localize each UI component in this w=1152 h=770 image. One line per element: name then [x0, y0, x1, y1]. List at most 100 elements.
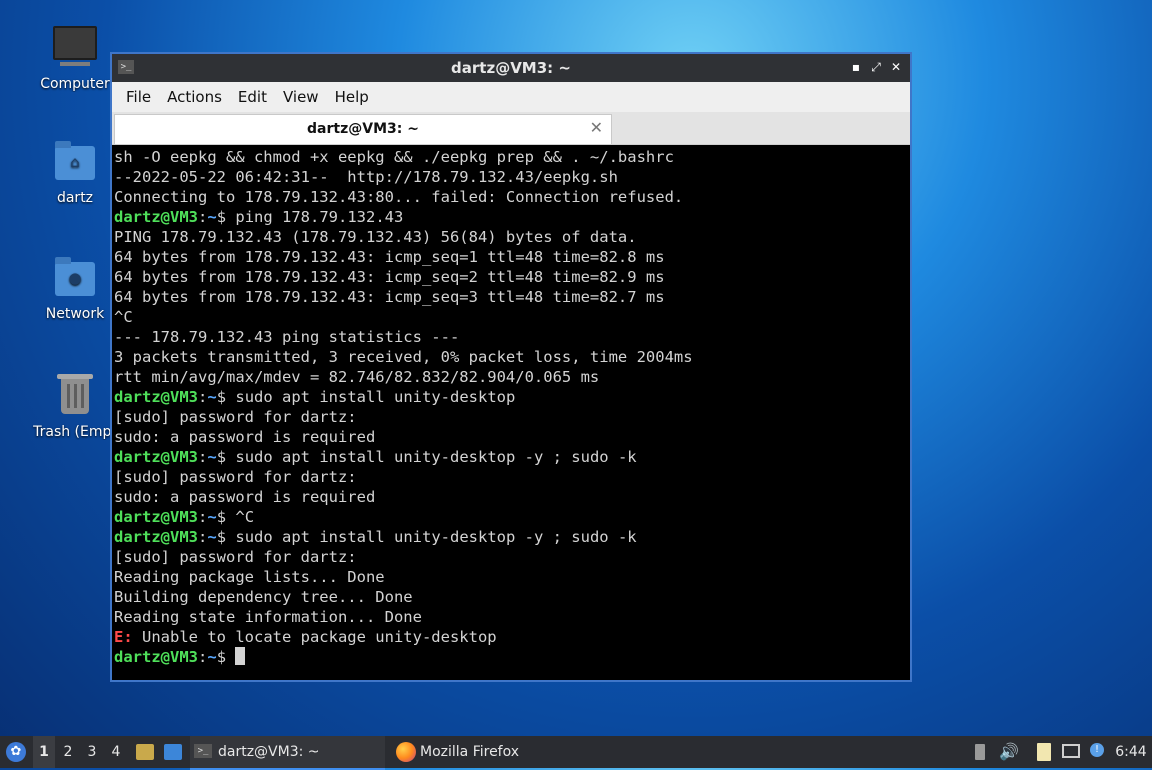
workspace-4[interactable]: 4: [105, 736, 127, 768]
prompt-separator: :: [198, 388, 208, 406]
output-text: 3 packets transmitted, 3 received, 0% pa…: [114, 348, 693, 366]
terminal-output[interactable]: sh -O eepkg && chmod +x eepkg && ./eepkg…: [114, 147, 908, 678]
output-text: [sudo] password for dartz:: [114, 408, 357, 426]
prompt-dollar: $: [216, 648, 236, 666]
prompt-user: dartz@VM3: [114, 448, 198, 466]
prompt-user: dartz@VM3: [114, 528, 198, 546]
prompt-path: ~: [207, 528, 217, 546]
taskbar: ✿ 1 2 3 4 >_ dartz@VM3: ~ Mozilla Firefo…: [0, 736, 1152, 770]
tab-close-icon[interactable]: ✕: [590, 118, 603, 137]
output-text: sudo: a password is required: [114, 428, 376, 446]
prompt-path: ~: [207, 388, 217, 406]
tray-clipboard[interactable]: [1034, 736, 1056, 768]
task-label: Mozilla Firefox: [420, 744, 520, 760]
terminal-line: dartz@VM3:~$ sudo apt install unity-desk…: [114, 387, 908, 407]
network-icon: [1062, 744, 1080, 758]
terminal-window[interactable]: >_ dartz@VM3: ~ ▪ ⤢ ✕ File Actions Edit …: [110, 52, 912, 682]
terminal-line: sh -O eepkg && chmod +x eepkg && ./eepkg…: [114, 147, 908, 167]
menu-edit[interactable]: Edit: [230, 88, 275, 106]
maximize-button[interactable]: ⤢: [868, 59, 884, 75]
clock[interactable]: 6:44: [1112, 736, 1150, 768]
prompt-separator: :: [198, 528, 208, 546]
show-desktop-launcher[interactable]: [162, 736, 184, 768]
tray-network[interactable]: [1060, 736, 1084, 768]
terminal-line: 64 bytes from 178.79.132.43: icmp_seq=1 …: [114, 247, 908, 267]
output-text: 64 bytes from 178.79.132.43: icmp_seq=2 …: [114, 268, 665, 286]
prompt-path: ~: [207, 208, 217, 226]
network-folder-icon: ●: [51, 256, 99, 300]
prompt-user: dartz@VM3: [114, 648, 198, 666]
terminal-line: 64 bytes from 178.79.132.43: icmp_seq=2 …: [114, 267, 908, 287]
output-text: --- 178.79.132.43 ping statistics ---: [114, 328, 460, 346]
terminal-icon: >_: [194, 744, 212, 758]
prompt-user: dartz@VM3: [114, 388, 198, 406]
output-text: Reading package lists... Done: [114, 568, 385, 586]
workspace-1[interactable]: 1: [33, 736, 55, 768]
terminal-line: rtt min/avg/max/mdev = 82.746/82.832/82.…: [114, 367, 908, 387]
error-tag: E:: [114, 628, 133, 646]
command-text: ^C: [235, 508, 255, 526]
terminal-line: ^C: [114, 307, 908, 327]
command-text: sudo apt install unity-desktop -y ; sudo…: [235, 528, 637, 546]
terminal-line: sudo: a password is required: [114, 487, 908, 507]
terminal-line: dartz@VM3:~$ sudo apt install unity-desk…: [114, 447, 908, 467]
prompt-path: ~: [207, 508, 217, 526]
terminal-line: Reading state information... Done: [114, 607, 908, 627]
workspace-3[interactable]: 3: [81, 736, 103, 768]
output-text: ^C: [114, 308, 133, 326]
terminal-line: [sudo] password for dartz:: [114, 467, 908, 487]
volume-icon: 🔊: [999, 742, 1019, 761]
menu-file[interactable]: File: [118, 88, 159, 106]
tray-battery[interactable]: [970, 736, 992, 768]
task-terminal[interactable]: >_ dartz@VM3: ~: [190, 736, 385, 770]
output-text: Reading state information... Done: [114, 608, 422, 626]
workspace-2[interactable]: 2: [57, 736, 79, 768]
window-title: dartz@VM3: ~: [451, 59, 571, 77]
terminal-line: 3 packets transmitted, 3 received, 0% pa…: [114, 347, 908, 367]
prompt-dollar: $: [216, 208, 236, 226]
app-menu-button[interactable]: ✿: [4, 736, 28, 768]
terminal-line: sudo: a password is required: [114, 427, 908, 447]
terminal-line: PING 178.79.132.43 (178.79.132.43) 56(84…: [114, 227, 908, 247]
battery-icon: [975, 744, 985, 760]
terminal-line: dartz@VM3:~$: [114, 647, 908, 667]
tab-label: dartz@VM3: ~: [307, 121, 419, 137]
task-firefox[interactable]: Mozilla Firefox: [390, 736, 585, 770]
terminal-line: E: Unable to locate package unity-deskto…: [114, 627, 908, 647]
output-text: [sudo] password for dartz:: [114, 548, 357, 566]
output-text: --2022-05-22 06:42:31-- http://178.79.13…: [114, 168, 618, 186]
terminal-line: dartz@VM3:~$ sudo apt install unity-desk…: [114, 527, 908, 547]
terminal-line: dartz@VM3:~$ ping 178.79.132.43: [114, 207, 908, 227]
prompt-path: ~: [207, 648, 217, 666]
prompt-path: ~: [207, 448, 217, 466]
terminal-line: Connecting to 178.79.132.43:80... failed…: [114, 187, 908, 207]
output-text: Connecting to 178.79.132.43:80... failed…: [114, 188, 684, 206]
terminal-line: --2022-05-22 06:42:31-- http://178.79.13…: [114, 167, 908, 187]
prompt-separator: :: [198, 508, 208, 526]
menu-view[interactable]: View: [275, 88, 327, 106]
minimize-button[interactable]: ▪: [848, 59, 864, 75]
prompt-separator: :: [198, 448, 208, 466]
file-manager-icon: [136, 744, 154, 760]
tray-volume[interactable]: 🔊: [996, 736, 1022, 768]
window-titlebar[interactable]: >_ dartz@VM3: ~ ▪ ⤢ ✕: [112, 54, 910, 82]
prompt-separator: :: [198, 648, 208, 666]
menu-help[interactable]: Help: [327, 88, 377, 106]
update-notifier-icon: !: [1090, 743, 1104, 757]
menu-actions[interactable]: Actions: [159, 88, 230, 106]
tray-updates[interactable]: !: [1088, 736, 1110, 768]
close-button[interactable]: ✕: [888, 59, 904, 75]
prompt-dollar: $: [216, 508, 236, 526]
terminal-line: Building dependency tree... Done: [114, 587, 908, 607]
command-text: sudo apt install unity-desktop: [235, 388, 516, 406]
prompt-user: dartz@VM3: [114, 508, 198, 526]
prompt-user: dartz@VM3: [114, 208, 198, 226]
terminal-line: Reading package lists... Done: [114, 567, 908, 587]
tab-terminal[interactable]: dartz@VM3: ~ ✕: [114, 114, 612, 144]
prompt-dollar: $: [216, 388, 236, 406]
file-manager-launcher[interactable]: [134, 736, 156, 768]
clipboard-icon: [1037, 743, 1051, 761]
firefox-icon: [396, 742, 416, 762]
command-text: sudo apt install unity-desktop -y ; sudo…: [235, 448, 637, 466]
terminal-line: [sudo] password for dartz:: [114, 547, 908, 567]
